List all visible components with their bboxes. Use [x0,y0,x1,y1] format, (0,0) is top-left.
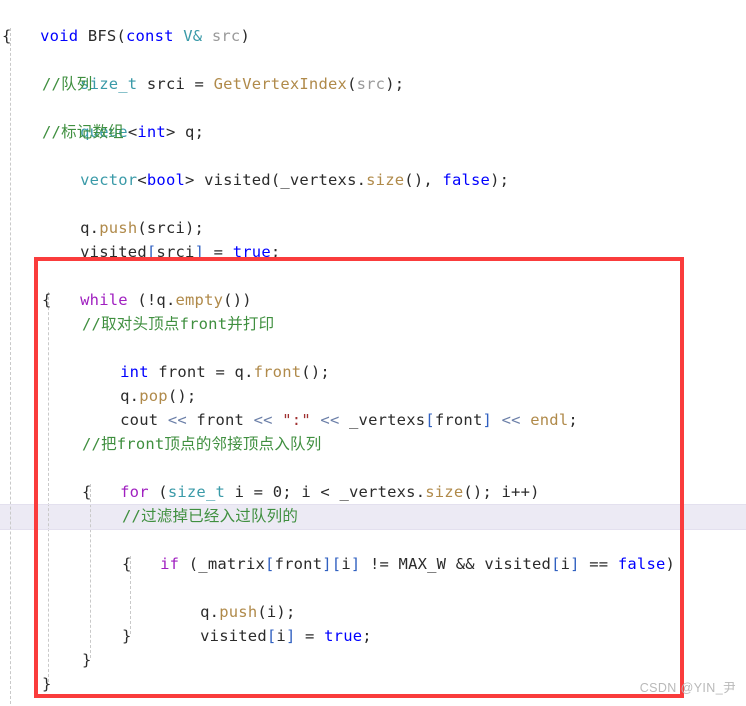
code-line-19-comment[interactable]: //把front顶点的邻接顶点入队列 [82,432,321,456]
token-literal-false: false [442,171,491,189]
token-op-stream-2: << [253,411,273,429]
indent-guide-level-2 [48,292,49,682]
code-line-21[interactable]: { [82,480,92,504]
code-line-16[interactable]: q.pop(); [82,360,196,405]
token-keyword-if: if [160,555,180,573]
csdn-watermark: CSDN @YIN_尹 [639,681,736,695]
code-line-6-comment[interactable]: //标记数组 [42,120,124,144]
token-literal-true-2: true [324,627,363,645]
token-op-stream-1: << [167,411,187,429]
code-line-7[interactable]: vector<bool> visited(_vertexs.size(), fa… [42,144,509,189]
token-endl: endl [530,411,569,429]
token-keyword-while: while [80,291,128,309]
token-fn-getvertexindex: GetVertexIndex [213,75,348,93]
code-line-5[interactable]: queue<int> q; [42,96,204,141]
token-fn-bfs: BFS [87,27,117,45]
token-type-size-t-2: size_t [167,483,226,501]
code-line-12[interactable]: while (!q.empty()) [42,264,252,309]
token-fn-size: size [366,171,405,189]
code-line-3[interactable]: size_t srci = GetVertexIndex(src); [42,48,404,93]
code-line-10[interactable]: visited[srci] = true; [42,216,280,261]
code-line-9[interactable]: q.push(srci); [42,192,204,237]
indent-guide-level-1 [10,28,11,704]
token-string-colon: ":" [282,411,311,429]
code-line-17[interactable]: cout << front << ":" << _vertexs[front] … [82,384,578,429]
code-line-25[interactable]: q.push(i); [162,576,296,621]
code-line-4-comment[interactable]: //队列 [42,72,92,96]
token-type-vref: V& [183,27,203,45]
code-line-27[interactable]: } [122,624,132,648]
token-fn-front: front [253,363,302,381]
code-line-15[interactable]: int front = q.front(); [82,336,330,381]
token-op-stream-3: << [320,411,340,429]
code-line-14-comment[interactable]: //取对头顶点front并打印 [82,312,274,336]
code-line-2[interactable]: { [2,24,12,48]
code-editor-canvas: void BFS(const V& src) { size_t srci = G… [0,0,746,706]
token-fn-size-2: size [425,483,464,501]
token-fn-empty: empty [175,291,224,309]
code-line-1[interactable]: void BFS(const V& src) [2,0,250,45]
code-line-23[interactable]: if (_matrix[front][i] != MAX_W && visite… [122,528,675,573]
token-keyword-void: void [40,27,79,45]
token-param-src: src [211,27,241,45]
current-line-highlight [0,505,746,529]
code-line-20[interactable]: for (size_t i = 0; i < _vertexs.size(); … [82,456,540,501]
token-literal-false-2: false [617,555,666,573]
token-keyword-bool: bool [146,171,186,189]
token-keyword-int: int [137,123,166,141]
line-highlight-rule-top [0,504,746,505]
code-line-24[interactable]: { [122,552,132,576]
token-op-stream-4: << [501,411,521,429]
token-number-zero: 0 [272,483,283,501]
code-line-13[interactable]: { [42,288,52,312]
token-keyword-for: for [120,483,149,501]
token-literal-true: true [232,243,271,261]
code-line-28[interactable]: } [82,648,92,672]
code-line-26[interactable]: visited[i] = true; [162,600,372,645]
code-line-22-comment[interactable]: //过滤掉已经入过队列的 [122,504,298,528]
token-type-vector: vector [80,171,138,189]
token-keyword-const: const [125,27,174,45]
code-line-29[interactable]: } [42,672,52,696]
